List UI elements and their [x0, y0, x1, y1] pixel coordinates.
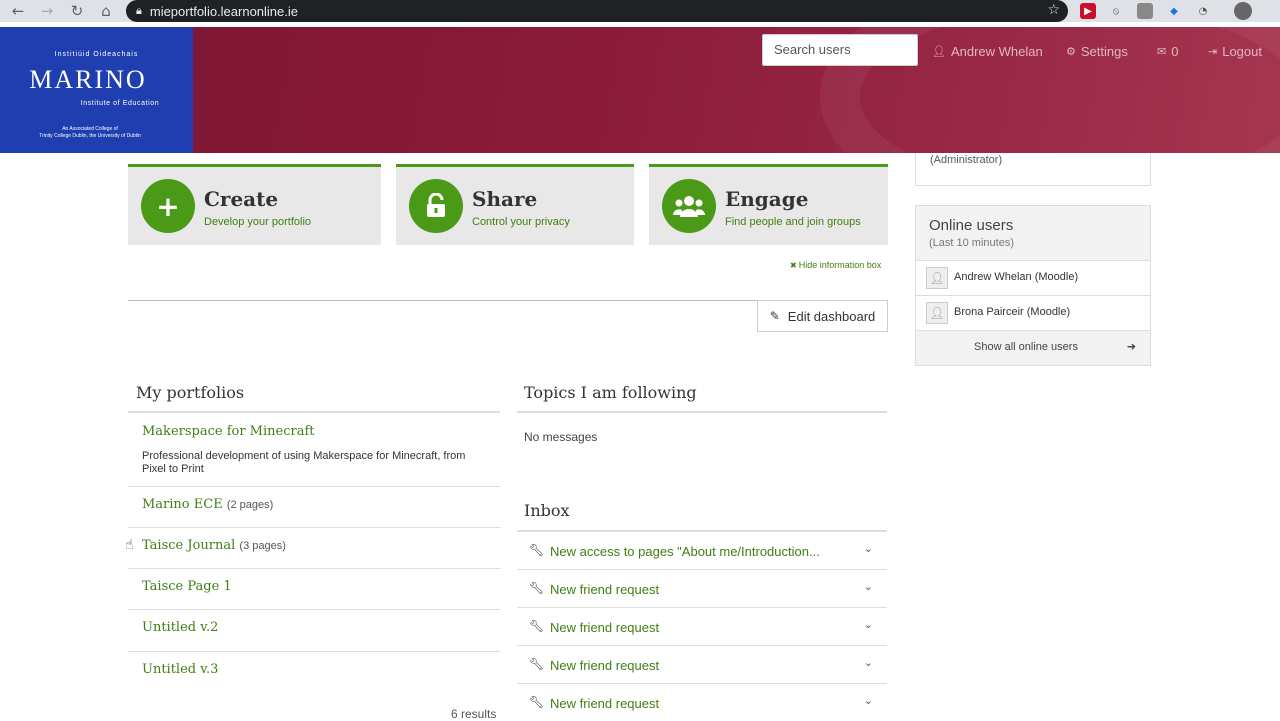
engage-card[interactable]: Engage Find people and join groups [649, 164, 888, 245]
portfolio-link[interactable]: Taisce Journal (3 pages) [142, 538, 286, 553]
arrow-circle-right-icon: ➜ [1126, 340, 1136, 353]
portfolio-link[interactable]: Untitled v.3 [142, 662, 218, 677]
online-user-row[interactable]: 👤︎ Brona Pairceir (Moodle) [916, 296, 1150, 331]
inbox-message[interactable]: 🔧︎ New friend request ⌄ [517, 608, 887, 646]
online-users-header: Online users (Last 10 minutes) [916, 206, 1150, 261]
my-portfolios-heading: My portfolios [136, 383, 245, 402]
portfolio-description: Professional development of using Makers… [142, 450, 466, 475]
edit-dashboard-button[interactable]: ✎ Edit dashboard [757, 300, 888, 332]
wrench-icon: 🔧︎ [529, 695, 545, 709]
close-icon: ✖ [790, 261, 797, 270]
inbox-message[interactable]: 🔧︎ New friend request ⌄ [517, 684, 887, 720]
sign-out-icon: ⇥ [1208, 45, 1218, 58]
settings-link[interactable]: ⚙ Settings [1066, 44, 1128, 59]
hand-cursor-icon: ☝ [125, 537, 134, 553]
url-text: mieportfolio.learnonline.ie [149, 3, 299, 19]
portfolio-item: Taisce Page 1 [128, 569, 500, 610]
envelope-icon: ✉ [1157, 45, 1167, 58]
site-header: Institiúid Oideachais MARINO Institute o… [0, 27, 1280, 153]
portfolio-link[interactable]: Marino ECE (2 pages) [142, 497, 273, 512]
inbox-message[interactable]: 🔧︎ New friend request ⌄ [517, 570, 887, 608]
portfolio-item: Untitled v.3 [128, 652, 500, 694]
portfolio-item: Makerspace for Minecraft Professional de… [128, 413, 500, 487]
wrench-icon: 🔧︎ [529, 581, 545, 595]
users-icon [662, 179, 716, 233]
profile-block: (Administrator) [915, 153, 1151, 186]
extension-icon-blue[interactable]: ◆ [1166, 3, 1182, 19]
extension-icon-red[interactable]: ▶ [1080, 3, 1096, 19]
marino-logo[interactable]: Institiúid Oideachais MARINO Institute o… [0, 27, 193, 153]
chevron-down-icon[interactable]: ⌄ [864, 580, 873, 593]
portfolio-item: Taisce Journal (3 pages) [128, 528, 500, 569]
inbox-message[interactable]: 🔧︎ New access to pages "About me/Introdu… [517, 532, 887, 570]
inbox-heading: Inbox [524, 501, 570, 520]
chevron-down-icon[interactable]: ⌄ [864, 694, 873, 707]
inbox-message[interactable]: 🔧︎ New friend request ⌄ [517, 646, 887, 684]
wrench-icon: 🔧︎ [529, 619, 545, 633]
user-profile-link[interactable]: 👤︎ Andrew Whelan [932, 44, 1043, 59]
avatar: 👤︎ [926, 267, 948, 289]
wrench-icon: 🔧︎ [529, 657, 545, 671]
portfolio-link[interactable]: Untitled v.2 [142, 620, 218, 635]
profile-avatar-icon[interactable] [1234, 2, 1252, 20]
results-count: 6 results [451, 707, 497, 721]
reload-icon[interactable]: ↻ [63, 0, 91, 22]
avatar: 👤︎ [926, 302, 948, 324]
online-users-block: Online users (Last 10 minutes) 👤︎ Andrew… [915, 205, 1151, 366]
address-bar[interactable]: 🔒︎ mieportfolio.learnonline.ie ☆ [126, 0, 1068, 22]
chevron-down-icon[interactable]: ⌄ [864, 542, 873, 555]
extension-icon-screenshot[interactable] [1137, 3, 1153, 19]
share-card[interactable]: Share Control your privacy [396, 164, 634, 245]
extension-icon-gauge[interactable]: ◔ [1195, 3, 1211, 19]
home-icon[interactable]: ⌂ [92, 0, 120, 22]
portfolio-link[interactable]: Makerspace for Minecraft [142, 424, 315, 439]
role-text: (Administrator) [930, 154, 1003, 166]
gears-icon: ⚙ [1066, 45, 1076, 58]
show-all-online-users-link[interactable]: Show all online users ➜ [916, 331, 1150, 365]
hide-information-box-link[interactable]: ✖ Hide information box [790, 260, 881, 270]
unlock-icon [409, 179, 463, 233]
plus-icon: + [141, 179, 195, 233]
bookmark-star-icon[interactable]: ☆ [1047, 2, 1060, 18]
portfolio-item: Marino ECE (2 pages) [128, 487, 500, 528]
wrench-icon: 🔧︎ [529, 543, 545, 557]
topics-heading: Topics I am following [524, 383, 697, 402]
lock-icon: 🔒︎ [136, 4, 142, 17]
back-arrow-icon[interactable]: ← [4, 0, 32, 22]
chevron-down-icon[interactable]: ⌄ [864, 618, 873, 631]
no-messages-text: No messages [524, 430, 598, 444]
browser-toolbar: ← → ↻ ⌂ 🔒︎ mieportfolio.learnonline.ie ☆… [0, 0, 1280, 22]
forward-arrow-icon[interactable]: → [33, 0, 61, 22]
portfolio-link[interactable]: Taisce Page 1 [142, 579, 232, 594]
logout-link[interactable]: ⇥ Logout [1208, 44, 1262, 59]
extension-icon-block[interactable]: ⦸ [1108, 3, 1124, 19]
inbox-link[interactable]: ✉ 0 [1157, 44, 1178, 59]
online-user-row[interactable]: 👤︎ Andrew Whelan (Moodle) [916, 261, 1150, 296]
portfolio-item: Untitled v.2 [128, 610, 500, 652]
chevron-down-icon[interactable]: ⌄ [864, 656, 873, 669]
user-icon: 👤︎ [932, 45, 946, 58]
search-users-input[interactable]: Search users [762, 34, 918, 66]
pencil-icon: ✎ [769, 309, 780, 323]
create-card[interactable]: + Create Develop your portfolio [128, 164, 381, 245]
